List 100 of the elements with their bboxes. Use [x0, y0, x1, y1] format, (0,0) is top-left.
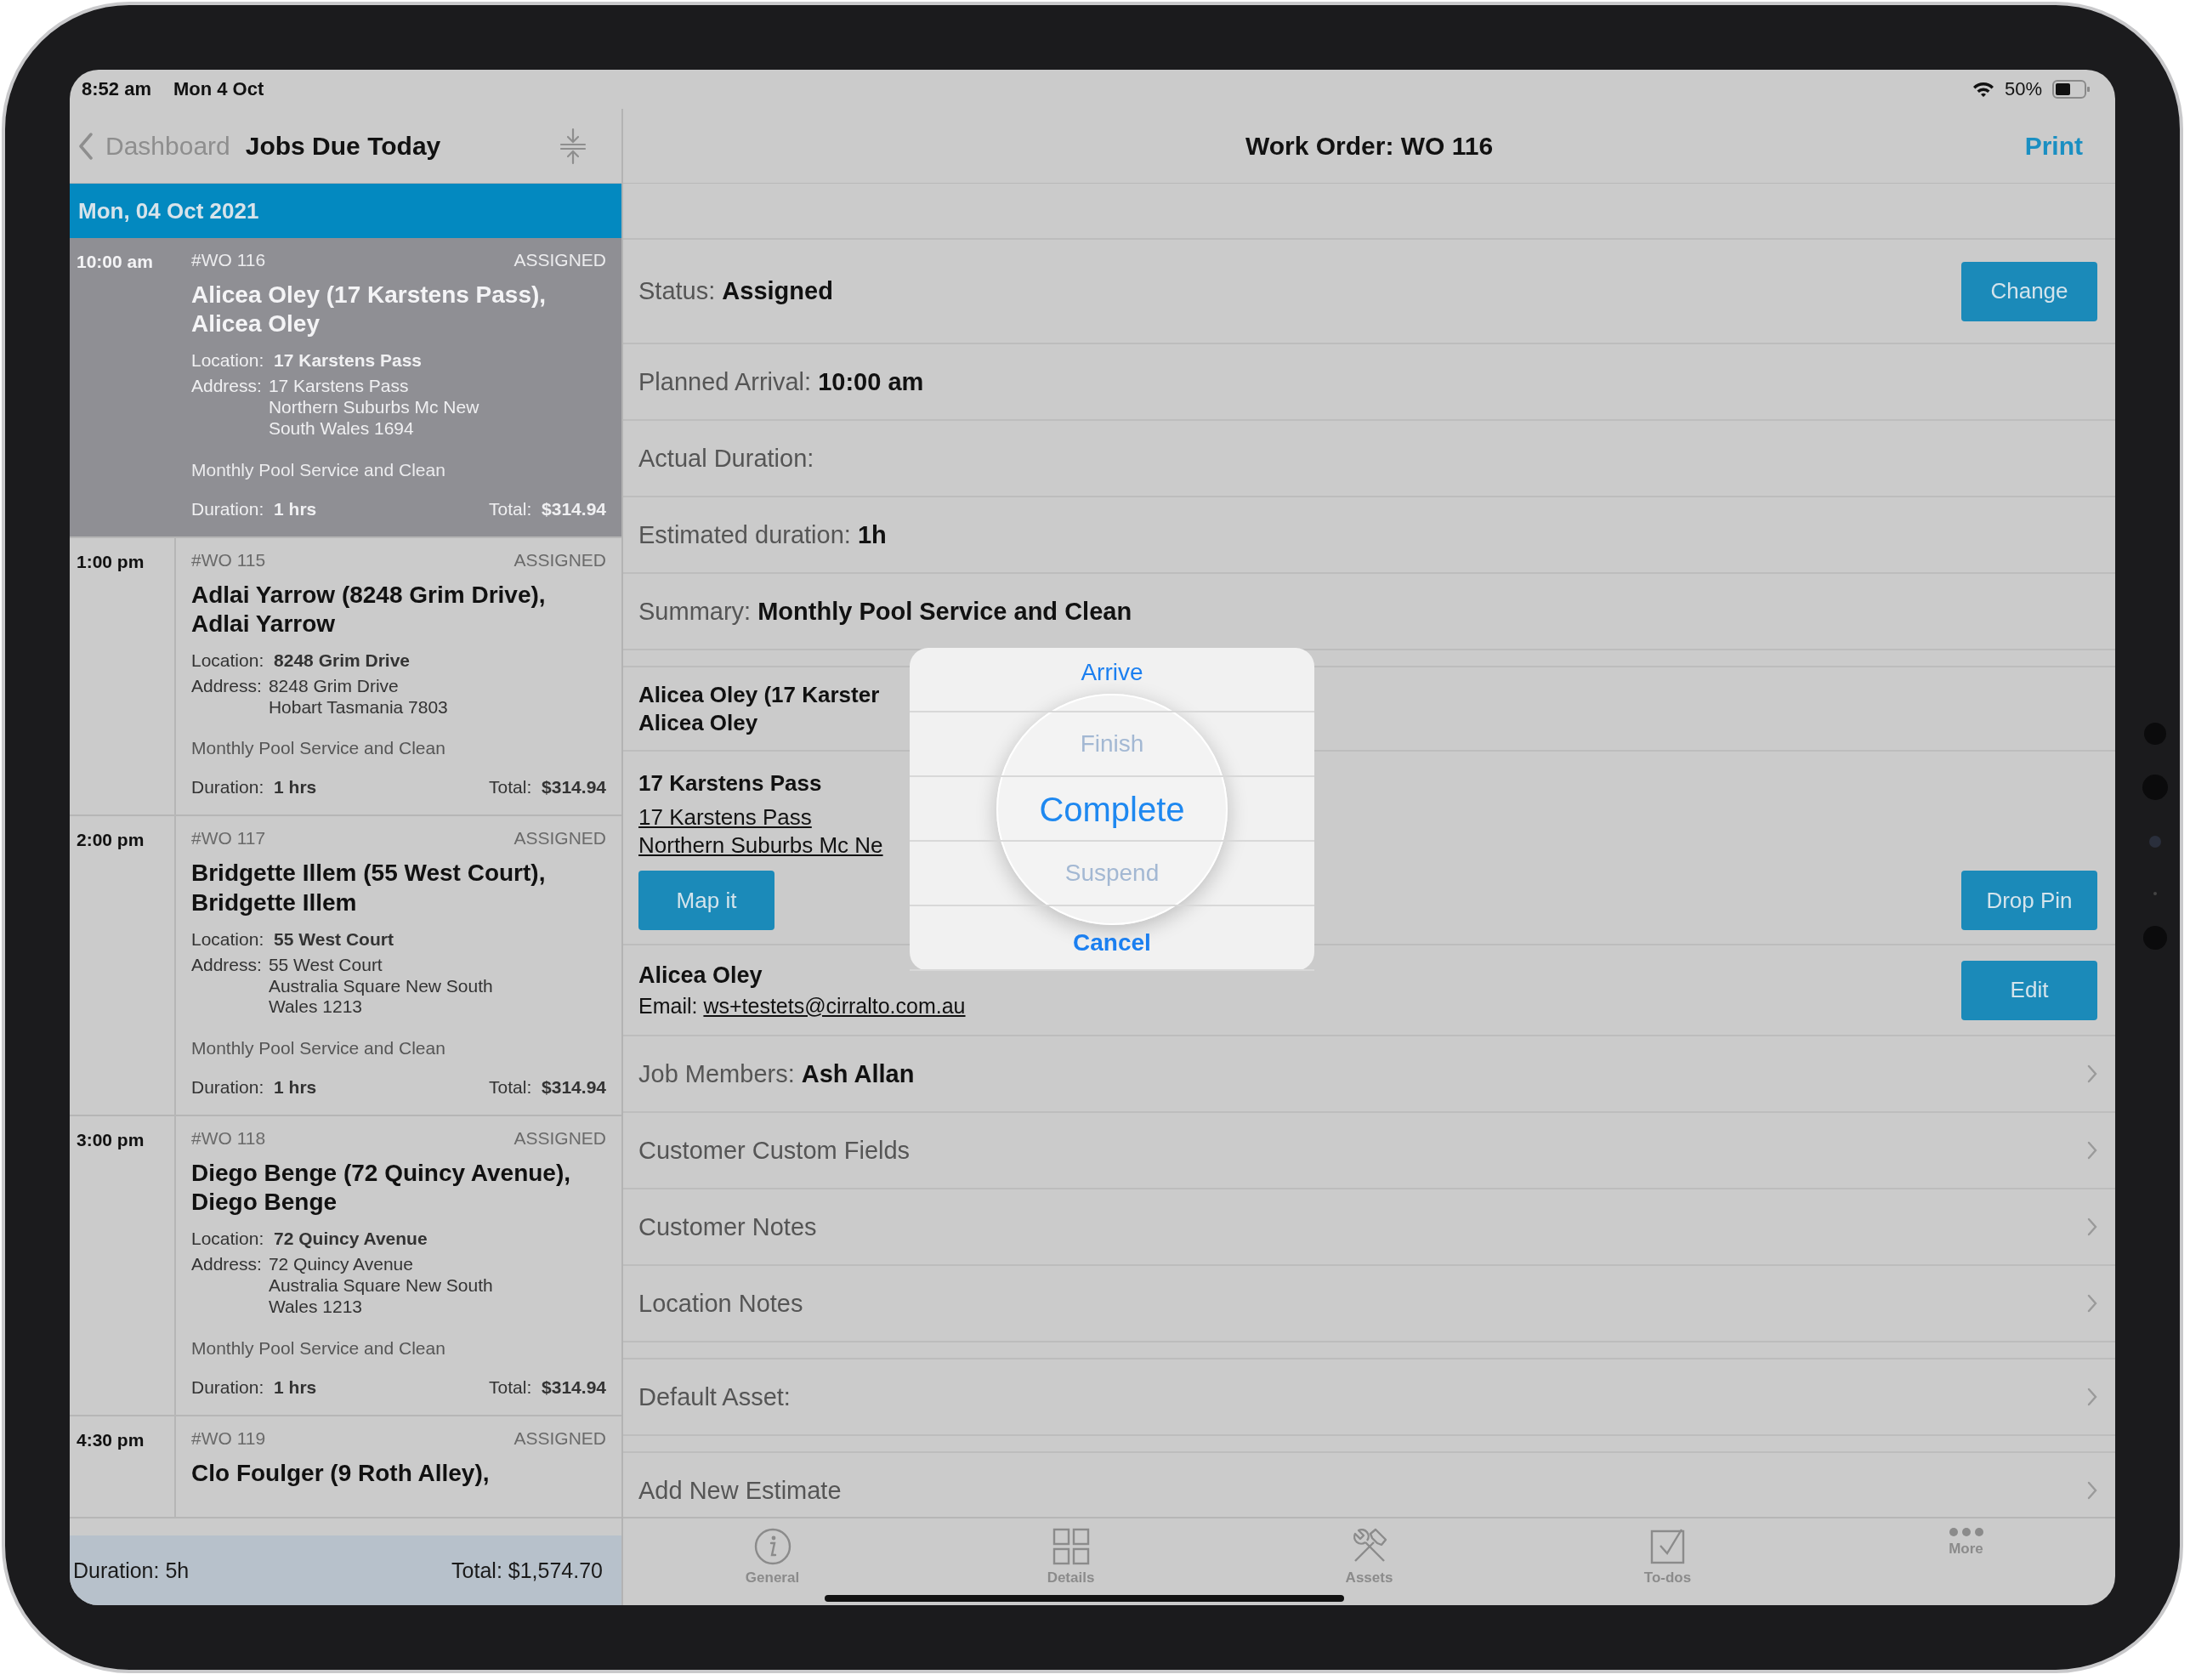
chevron-icon — [2087, 1141, 2097, 1160]
field-text: Status: Assigned — [638, 277, 833, 305]
job-location: Location: 8248 Grim Drive — [191, 650, 411, 671]
job-duration: Duration: 1 hrs — [191, 1077, 317, 1098]
job-location: Location: 55 West Court — [191, 928, 394, 950]
field-text: Planned Arrival: 10:00 am — [638, 367, 924, 396]
address-label: Address: — [191, 954, 262, 976]
grid-icon — [1051, 1527, 1091, 1566]
map-button[interactable]: Map it — [638, 871, 774, 930]
job-number: #WO 119 — [191, 1427, 266, 1449]
email-link[interactable]: ws+testets@cirralto.com.au — [703, 993, 966, 1018]
chevron-icon — [2087, 1481, 2097, 1500]
field-text: Summary: Monthly Pool Service and Clean — [638, 597, 1132, 626]
wifi-icon — [1972, 81, 1994, 98]
job-summary: Monthly Pool Service and Clean — [191, 1038, 446, 1059]
tab-label: Details — [1047, 1569, 1095, 1586]
tab-label: More — [1949, 1541, 1983, 1558]
job-total: Total: $314.94 — [489, 498, 606, 519]
job-number: #WO 117 — [191, 828, 266, 849]
job-address: 55 West Court Australia Square New South Wales 1213 — [268, 954, 493, 1019]
list-title: Jobs Due Today — [245, 131, 441, 161]
grand-total: Total: $1,574.70 — [451, 1558, 603, 1583]
battery-percent: 50% — [2004, 78, 2042, 100]
chevron-icon — [2087, 1217, 2097, 1236]
edit-button[interactable]: Edit — [1961, 960, 2097, 1020]
job-status: ASSIGNED — [513, 250, 606, 270]
job-item[interactable] — [70, 1116, 621, 1416]
row-label: Customer Custom Fields — [638, 1136, 911, 1165]
job-status: ASSIGNED — [513, 549, 606, 570]
print-button[interactable]: Print — [2024, 131, 2083, 161]
job-total: Total: $314.94 — [489, 1077, 606, 1098]
tab-item[interactable]: More — [1817, 1518, 2115, 1605]
job-number: #WO 115 — [191, 549, 266, 570]
job-time: 2:00 pm — [77, 830, 145, 850]
job-number: #WO 118 — [191, 1128, 266, 1149]
tab-item[interactable]: Details — [922, 1518, 1220, 1605]
detail-link-row[interactable]: Customer Notes — [623, 1189, 2115, 1266]
status-time: 8:52 am — [82, 78, 151, 100]
job-item[interactable] — [70, 816, 621, 1117]
status-date: Mon 4 Oct — [173, 78, 264, 100]
job-item[interactable]: 4:30 pm #WO 119 ASSIGNED Clo Foulger (9 Roth Alley), — [70, 1416, 621, 1518]
job-number: #WO 116 — [191, 250, 266, 270]
job-time: 4:30 pm — [77, 1429, 145, 1450]
detail-link-row[interactable]: Default Asset: — [623, 1359, 2115, 1436]
detail-link-row[interactable]: Job Members: Ash Allan — [623, 1036, 2115, 1113]
job-time: 1:00 pm — [77, 551, 145, 571]
address-label: Address: — [191, 1254, 262, 1276]
row-label: Location Notes — [638, 1289, 803, 1318]
chevron-icon — [2087, 1388, 2097, 1406]
job-item[interactable] — [70, 537, 621, 817]
job-summary: Monthly Pool Service and Clean — [191, 459, 446, 480]
row-label: Default Asset: — [638, 1382, 791, 1411]
customer-name: Alicea Oley (17 Karster Alicea Oley — [638, 681, 880, 736]
address-label: Address: — [191, 675, 262, 697]
job-address: 8248 Grim Drive Hobart Tasmania 7803 — [268, 675, 448, 718]
action-button[interactable]: Complete — [1039, 790, 1185, 829]
action-button[interactable]: Arrive — [1081, 660, 1143, 686]
job-location: Location: 72 Quincy Avenue — [191, 1229, 428, 1250]
row-label: Customer Notes — [638, 1212, 817, 1241]
cancel-button[interactable]: Cancel — [1073, 930, 1151, 956]
job-time: 3:00 pm — [77, 1130, 145, 1150]
job-title: Bridgette Illem (55 West Court), Bridgette Illem — [191, 859, 547, 917]
job-title: Diego Benge (72 Quincy Avenue), Diego Benge — [191, 1159, 572, 1217]
job-address: 17 Karstens Pass Northern Suburbs Mc New South Wales 1694 — [268, 376, 479, 440]
chevron-icon — [2087, 1294, 2097, 1313]
date-header: Mon, 04 Oct 2021 — [70, 184, 621, 238]
tab-label: To-dos — [1643, 1569, 1692, 1586]
job-duration: Duration: 1 hrs — [191, 777, 317, 798]
total-duration: Duration: 5h — [73, 1558, 190, 1583]
job-summary: Monthly Pool Service and Clean — [191, 1337, 446, 1359]
job-time: 10:00 am — [77, 252, 153, 271]
field-text: Estimated duration: 1h — [638, 520, 887, 549]
row-label: Add New Estimate — [638, 1476, 842, 1505]
job-location: Location: 17 Karstens Pass — [191, 350, 423, 372]
job-duration: Duration: 1 hrs — [191, 498, 317, 519]
email-line: Email: ws+testets@cirralto.com.au — [638, 993, 966, 1019]
drop-pin-button[interactable]: Drop Pin — [1961, 871, 2097, 930]
job-title: Clo Foulger (9 Roth Alley), — [191, 1458, 491, 1488]
change-button[interactable]: Change — [1961, 261, 2097, 321]
tab-item[interactable]: Assets — [1220, 1518, 1518, 1605]
address-link[interactable]: 17 Karstens Pass Northern Suburbs Mc Ne — [638, 803, 883, 859]
info-icon — [752, 1527, 792, 1566]
job-title: Adlai Yarrow (8248 Grim Drive), Adlai Yarrow — [191, 580, 547, 639]
job-status: ASSIGNED — [513, 828, 606, 849]
contact-name: Alicea Oley — [638, 962, 763, 989]
detail-link-row[interactable]: Customer Custom Fields — [623, 1113, 2115, 1189]
tab-item[interactable]: General — [623, 1518, 922, 1605]
address-heading: 17 Karstens Pass — [638, 770, 822, 797]
chevron-icon — [2087, 1064, 2097, 1083]
field-text: Actual Duration: — [638, 444, 814, 473]
detail-link-row[interactable]: Location Notes — [623, 1266, 2115, 1342]
job-status: ASSIGNED — [513, 1427, 606, 1449]
battery-icon — [2052, 80, 2090, 99]
job-total: Total: $314.94 — [489, 777, 606, 798]
tab-item[interactable]: To-dos — [1518, 1518, 1817, 1605]
job-summary: Monthly Pool Service and Clean — [191, 738, 446, 759]
back-link[interactable]: Dashboard — [105, 131, 230, 161]
address-label: Address: — [191, 376, 262, 398]
job-total: Total: $314.94 — [489, 1376, 606, 1398]
job-status: ASSIGNED — [513, 1128, 606, 1149]
